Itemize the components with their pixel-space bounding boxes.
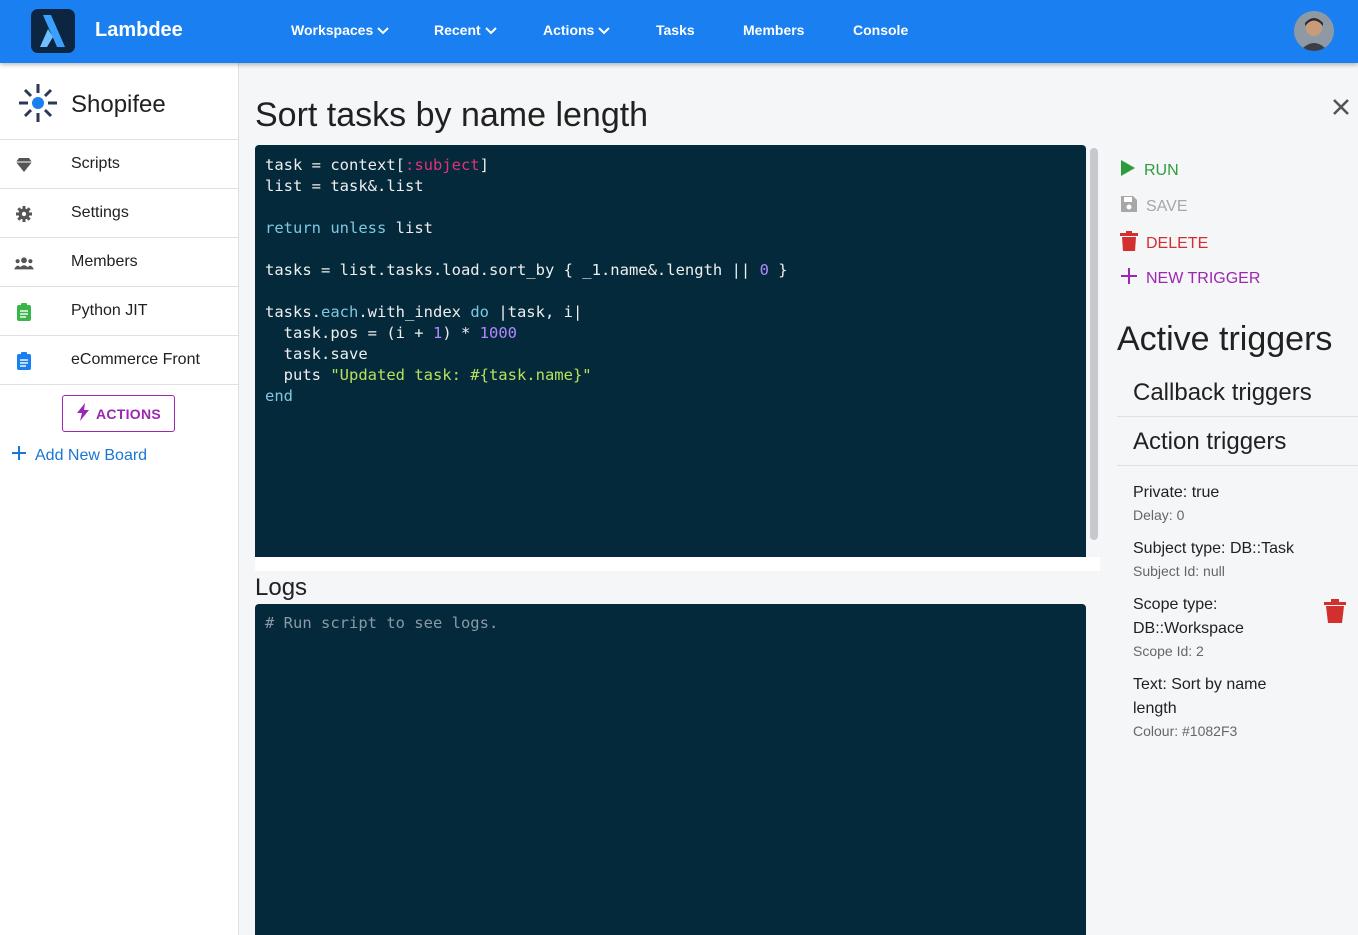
nav-members[interactable]: Members	[743, 22, 804, 38]
main-content: Sort tasks by name length task = context…	[239, 63, 1358, 935]
action-triggers-label: Action triggers	[1133, 428, 1287, 455]
new-trigger-button-label: NEW TRIGGER	[1146, 269, 1261, 287]
delete-button-label: DELETE	[1146, 234, 1209, 252]
trigger-private: Private: true	[1133, 484, 1220, 501]
actions-button[interactable]: ACTIONS	[62, 395, 175, 432]
run-button-label: RUN	[1144, 161, 1179, 179]
nav-members-label: Members	[743, 22, 805, 38]
sidebar-item-settings[interactable]: Settings	[0, 189, 238, 238]
close-icon[interactable]	[1330, 96, 1352, 118]
save-icon	[1120, 195, 1138, 218]
add-new-board-link[interactable]: Add New Board	[11, 445, 147, 466]
code-editor-scrollbar[interactable]	[1090, 148, 1098, 540]
code-line[interactable]	[265, 239, 1076, 260]
actions-button-label: ACTIONS	[95, 405, 162, 422]
logs-output: # Run script to see logs.	[255, 604, 1086, 935]
nav-actions-label: Actions	[543, 22, 595, 38]
clipboard-icon	[14, 302, 34, 322]
new-trigger-button[interactable]: NEW TRIGGER	[1120, 267, 1260, 290]
plus-icon	[1120, 267, 1138, 290]
code-line[interactable]: return unless list	[265, 218, 1076, 239]
trigger-scope-type: Scope type: DB::Workspace	[1133, 593, 1244, 641]
sidebar: Shopifee Scripts Settings Members Python…	[0, 63, 239, 935]
plus-icon	[11, 445, 27, 466]
callback-triggers-label: Callback triggers	[1133, 379, 1312, 406]
sidebar-item-label: Settings	[71, 204, 129, 221]
play-icon	[1120, 159, 1136, 182]
page-title: Sort tasks by name length	[255, 96, 649, 134]
trigger-text: Text: Sort by name length	[1133, 673, 1266, 721]
workspace-logo-icon	[17, 82, 59, 124]
code-line[interactable]	[265, 281, 1076, 302]
sidebar-item-label: Scripts	[71, 155, 120, 172]
chevron-down-icon	[377, 22, 389, 38]
trigger-scope-type-value: DB::Workspace	[1133, 620, 1244, 637]
action-triggers-section[interactable]: Action triggers	[1117, 417, 1358, 466]
code-line[interactable]: list = task&.list	[265, 176, 1076, 197]
chevron-down-icon	[598, 22, 611, 38]
sidebar-item-python-jit[interactable]: Python JIT	[0, 287, 238, 336]
sidebar-item-ecommerce-front[interactable]: eCommerce Front	[0, 336, 238, 385]
lambdee-logo-icon[interactable]	[31, 9, 75, 53]
nav-recent[interactable]: Recent	[434, 22, 497, 38]
nav-workspaces-label: Workspaces	[291, 22, 374, 38]
code-line[interactable]: puts "Updated task: #{task.name}"	[265, 365, 1076, 386]
trigger-subject-id: Subject Id: null	[1133, 563, 1225, 579]
trash-icon	[1120, 231, 1138, 256]
nav-tasks-label: Tasks	[656, 22, 695, 38]
save-button-label: SAVE	[1146, 197, 1188, 215]
code-line[interactable]: tasks.each.with_index do |task, i|	[265, 302, 1076, 323]
code-editor[interactable]: task = context[:subject] list = task&.lis…	[255, 145, 1086, 557]
trigger-subject-type: Subject type: DB::Task	[1133, 540, 1294, 557]
code-editor-footer	[255, 557, 1100, 571]
trigger-text-line2: length	[1133, 700, 1177, 717]
sidebar-item-label: Python JIT	[71, 302, 148, 319]
save-button[interactable]: SAVE	[1120, 195, 1188, 218]
nav-console-label: Console	[853, 22, 909, 38]
trigger-text-line1: Text: Sort by name	[1133, 676, 1267, 693]
logs-placeholder: # Run script to see logs.	[265, 614, 499, 632]
chevron-down-icon	[484, 22, 497, 38]
code-line[interactable]: task.save	[265, 344, 1076, 365]
user-avatar[interactable]	[1294, 11, 1334, 51]
nav-workspaces[interactable]: Workspaces	[291, 22, 389, 38]
sidebar-item-label: Members	[71, 253, 138, 270]
code-line[interactable]: tasks = list.tasks.load.sort_by { _1.nam…	[265, 260, 1076, 281]
trigger-delay: Delay: 0	[1133, 507, 1185, 523]
nav-tasks[interactable]: Tasks	[656, 22, 695, 38]
clipboard-icon	[14, 351, 34, 371]
run-button[interactable]: RUN	[1120, 159, 1179, 182]
gem-icon	[14, 155, 34, 175]
trash-icon[interactable]	[1324, 599, 1346, 623]
trigger-scope-type-label: Scope type:	[1133, 596, 1218, 613]
lightning-icon	[76, 403, 90, 424]
nav-actions[interactable]: Actions	[543, 22, 611, 38]
nav-recent-label: Recent	[434, 22, 481, 38]
delete-button[interactable]: DELETE	[1120, 231, 1208, 256]
code-line[interactable]: task.pos = (i + 1) * 1000	[265, 323, 1076, 344]
trigger-scope-id: Scope Id: 2	[1133, 643, 1204, 659]
workspace-header[interactable]: Shopifee	[0, 63, 238, 140]
workspace-name: Shopifee	[71, 91, 166, 118]
code-line[interactable]	[265, 197, 1076, 218]
active-triggers-title: Active triggers	[1117, 320, 1333, 358]
brand-name[interactable]: Lambdee	[95, 19, 183, 42]
users-icon	[14, 253, 34, 273]
top-navbar: Lambdee Workspaces Recent Actions Tasks …	[0, 0, 1358, 63]
sidebar-item-scripts[interactable]: Scripts	[0, 140, 238, 189]
trigger-colour: Colour: #1082F3	[1133, 723, 1238, 739]
add-new-board-label: Add New Board	[35, 446, 148, 464]
sidebar-item-label: eCommerce Front	[71, 351, 200, 368]
gear-icon	[14, 204, 34, 224]
nav-console[interactable]: Console	[853, 22, 908, 38]
code-line[interactable]: task = context[:subject]	[265, 155, 1076, 176]
code-line[interactable]: end	[265, 386, 1076, 407]
logs-title: Logs	[255, 574, 308, 601]
sidebar-item-members[interactable]: Members	[0, 238, 238, 287]
callback-triggers-section[interactable]: Callback triggers	[1117, 368, 1358, 417]
